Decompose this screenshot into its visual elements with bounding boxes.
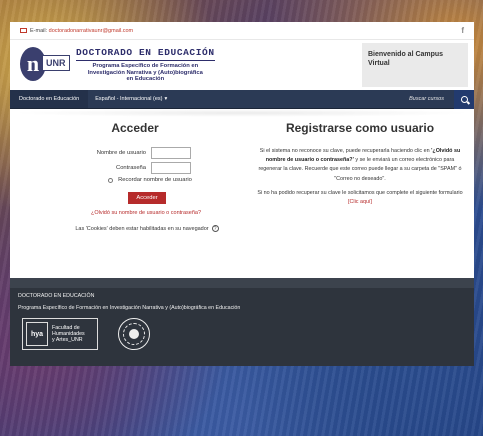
page-card: E-mail: doctoradonarrativaunr@gmail.com …	[10, 22, 474, 278]
recovery-instructions: Si el sistema no reconoce su clave, pued…	[256, 147, 464, 184]
register-title: Registrarse como usuario	[285, 121, 435, 135]
search-icon	[460, 95, 468, 103]
navbar: Doctorado en Educación Español - Interna…	[10, 89, 474, 109]
seal-ring	[123, 323, 145, 345]
cookies-text: Las 'Cookies' deben estar habilitadas en…	[75, 225, 209, 232]
hya-mark: hya	[26, 322, 48, 346]
cookies-notice: Las 'Cookies' deben estar habilitadas en…	[44, 225, 250, 232]
language-menu[interactable]: Español - Internacional (es) ▾	[88, 96, 174, 102]
search-button[interactable]	[454, 89, 474, 109]
language-label: Español - Internacional (es)	[95, 96, 163, 102]
brand-divider	[76, 60, 215, 62]
caret-down-icon: ▾	[164, 96, 168, 102]
footer-logos: hya Facultad de Humanidades y Artes_UNR	[22, 318, 474, 350]
faculty-logo[interactable]: hya Facultad de Humanidades y Artes_UNR	[22, 318, 98, 350]
university-seal-icon[interactable]	[118, 318, 150, 350]
seal-core	[129, 329, 139, 339]
username-row: Nombre de usuario	[20, 147, 250, 159]
form-text: Si no ha podido recuperar su clave le so…	[257, 189, 463, 196]
remember-row: Recordar nombre de usuario	[50, 177, 250, 183]
brand-header: n UNR DOCTORADO EN EDUCACIÓN Programa Es…	[10, 40, 474, 90]
password-input[interactable]	[151, 162, 191, 174]
login-title: Acceder	[111, 121, 159, 135]
facebook-icon[interactable]: f	[461, 26, 464, 35]
brand-subtitle-line-1: Programa Específico de Formación en	[92, 63, 199, 70]
envelope-icon	[20, 28, 27, 33]
search-input[interactable]: Buscar cursos	[409, 96, 454, 102]
password-label: Contraseña	[116, 165, 146, 171]
top-bar: E-mail: doctoradonarrativaunr@gmail.com …	[10, 22, 474, 40]
register-column: Registrarse como usuario Si el sistema n…	[250, 117, 464, 232]
click-here-link[interactable]: [Clic aquí]	[348, 199, 372, 205]
username-label: Nombre de usuario	[96, 150, 146, 156]
login-column: Acceder Nombre de usuario Contraseña Rec…	[20, 117, 250, 232]
brand-title: DOCTORADO EN EDUCACIÓN	[76, 47, 215, 59]
footer-subtitle: Programa Específico de Formación en Inve…	[18, 305, 241, 311]
remember-checkbox[interactable]	[108, 177, 114, 183]
recovery-text-a: Si el sistema no reconoce su clave, pued…	[259, 148, 432, 154]
brand-subtitle-line-3: en Educación	[126, 76, 165, 83]
nav-home-link[interactable]: Doctorado en Educación	[10, 90, 89, 108]
welcome-box: Bienvenido al Campus Virtual	[362, 43, 468, 87]
password-row: Contraseña	[20, 162, 250, 174]
footer-title: DOCTORADO EN EDUCACIÓN	[18, 293, 95, 299]
logo[interactable]: n UNR	[18, 45, 70, 85]
email-label: E-mail:	[30, 27, 48, 34]
login-button[interactable]: Acceder	[128, 192, 166, 204]
hya-line-3: y Artes_UNR	[52, 337, 83, 343]
forgot-password-link[interactable]: ¿Olvidó su nombre de usuario o contraseñ…	[42, 210, 250, 216]
footer: DOCTORADO EN EDUCACIÓN Programa Específi…	[10, 278, 474, 366]
email-link[interactable]: doctoradonarrativaunr@gmail.com	[49, 28, 133, 34]
remember-label: Recordar nombre de usuario	[118, 177, 192, 183]
nav-shadow	[10, 109, 474, 117]
brand-text: DOCTORADO EN EDUCACIÓN Programa Específi…	[76, 47, 215, 83]
hya-text: Facultad de Humanidades y Artes_UNR	[52, 325, 85, 343]
username-input[interactable]	[151, 147, 191, 159]
form-instructions: Si no ha podido recuperar su clave le so…	[256, 189, 464, 207]
help-icon[interactable]: ?	[211, 225, 219, 232]
main-content: Acceder Nombre de usuario Contraseña Rec…	[10, 117, 474, 232]
logo-unr: UNR	[42, 55, 70, 71]
